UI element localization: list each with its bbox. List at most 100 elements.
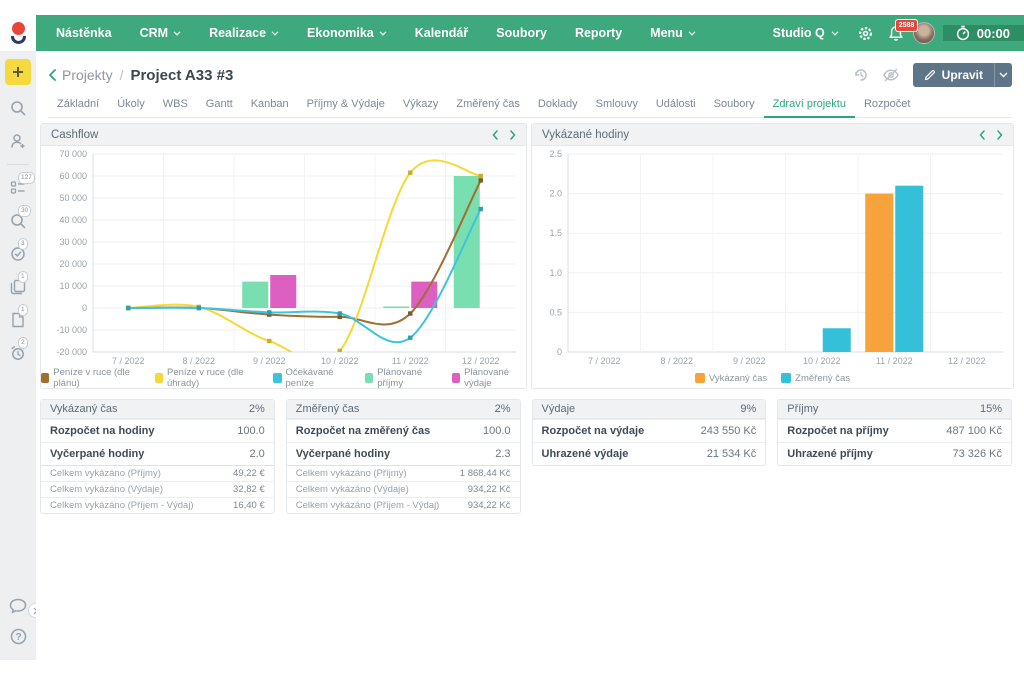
summary-card-title: Vykázaný čas <box>50 403 117 415</box>
back-button[interactable] <box>48 65 62 85</box>
summary-card-percent: 15% <box>980 403 1002 415</box>
summary-row-celkem-vykazano-vydaje: Celkem vykázáno (Výdaje)32,82 € <box>41 481 274 497</box>
edit-more-button[interactable] <box>994 63 1012 87</box>
summary-card-prijmy: Příjmy 15% Rozpočet na příjmy487 100 Kč Uhr… <box>777 399 1012 466</box>
reminders-button[interactable]: 2 <box>8 343 28 363</box>
tab-gantt[interactable]: Gantt <box>197 93 242 118</box>
help-button[interactable]: ? <box>8 626 28 646</box>
logo-smile-shape <box>11 36 26 44</box>
hide-button[interactable] <box>879 64 903 86</box>
nav-item-nastenka[interactable]: Nástěnka <box>42 15 126 51</box>
svg-text:9 / 2022: 9 / 2022 <box>733 356 766 366</box>
legend-label: Vykázaný čas <box>709 373 767 384</box>
summary-card-header: Změřený čas2% <box>287 400 520 419</box>
templates-button[interactable]: 1 <box>8 277 28 297</box>
nav-item-crm[interactable]: CRM <box>126 15 195 51</box>
chevron-down-icon <box>688 31 696 36</box>
app-logo[interactable] <box>0 15 36 51</box>
edit-button[interactable]: Upravit <box>913 63 994 87</box>
summary-card-title: Výdaje <box>542 403 576 415</box>
summary-card-title: Příjmy <box>787 403 818 415</box>
summary-card-percent: 2% <box>249 403 265 415</box>
prev-period-button[interactable] <box>979 130 985 140</box>
documents-button[interactable]: 1 <box>8 310 28 330</box>
summary-row-rozpocet-na-prijmy: Rozpočet na příjmy487 100 Kč <box>778 419 1011 442</box>
legend-swatch <box>41 373 49 383</box>
nav-item-realizace[interactable]: Realizace <box>195 15 293 51</box>
notifications-button[interactable]: 2588 <box>881 15 911 51</box>
tab-doklady[interactable]: Doklady <box>529 93 587 118</box>
svg-text:7 / 2022: 7 / 2022 <box>588 356 621 366</box>
tab-ukoly[interactable]: Úkoly <box>108 93 154 118</box>
time-tracker[interactable]: 00:00 <box>943 25 1024 41</box>
edit-button-label: Upravit <box>942 68 983 82</box>
tab-kanban[interactable]: Kanban <box>242 93 298 118</box>
next-period-button[interactable] <box>997 130 1003 140</box>
legend-label: Změřený čas <box>795 373 850 384</box>
tasks-button[interactable]: 127 <box>8 178 28 198</box>
summary-row-value: 73 326 Kč <box>952 448 1002 460</box>
next-period-button[interactable] <box>510 130 516 140</box>
chat-bubble-icon <box>8 597 28 615</box>
bar-planovane-prijmy-2 <box>242 282 268 308</box>
summary-card-vykazany-cas: Vykázaný čas2%Rozpočet na hodiny100.0Vyč… <box>40 399 275 514</box>
svg-text:10 / 2022: 10 / 2022 <box>803 356 841 366</box>
settings-button[interactable] <box>851 15 881 51</box>
chevron-right-icon <box>997 130 1003 140</box>
workspace-switcher[interactable]: Studio Q <box>761 26 851 40</box>
tab-wbs[interactable]: WBS <box>154 93 197 118</box>
chevron-right-icon <box>510 130 516 140</box>
tab-soubory[interactable]: Soubory <box>705 93 764 118</box>
add-contact-button[interactable] <box>8 131 28 151</box>
bar-planovane-prijmy-5 <box>454 176 480 308</box>
tab-vykazy[interactable]: Výkazy <box>394 93 447 118</box>
pencil-icon <box>924 69 936 81</box>
legend-item-penize-v-ruce-dle-uhrady: Peníze v ruce (dle úhrady) <box>155 367 260 389</box>
svg-text:-20 000: -20 000 <box>56 347 87 357</box>
summary-row-value: 243 550 Kč <box>701 425 757 437</box>
summary-row-label: Uhrazené příjmy <box>787 448 873 460</box>
chat-button[interactable] <box>8 596 28 616</box>
summary-row-value: 21 534 Kč <box>707 448 757 460</box>
summary-row-value: 934,22 Kč <box>468 500 511 511</box>
svg-text:0.5: 0.5 <box>549 307 562 317</box>
tab-zmereny-cas[interactable]: Změřený čas <box>447 93 529 118</box>
cashflow-chart-svg: -20 000-10 000010 00020 00030 00040 0005… <box>41 146 526 368</box>
svg-text:50 000: 50 000 <box>59 193 87 203</box>
tab-rozpocet[interactable]: Rozpočet <box>855 93 919 118</box>
eye-off-icon <box>882 67 900 83</box>
chevron-down-icon <box>831 31 839 36</box>
nav-item-kalendar[interactable]: Kalendář <box>401 15 483 51</box>
nav-item-reporty[interactable]: Reporty <box>561 15 636 51</box>
tab-smlouvy[interactable]: Smlouvy <box>587 93 647 118</box>
nav-item-label: Kalendář <box>415 26 469 40</box>
tab-udalosti[interactable]: Události <box>647 93 705 118</box>
watched-items-button[interactable]: 30 <box>8 211 28 231</box>
summary-row-label: Rozpočet na hodiny <box>50 425 155 437</box>
nav-item-soubory[interactable]: Soubory <box>482 15 561 51</box>
bar-zmereny-cas-3 <box>823 328 851 352</box>
tab-zdravi-projektu[interactable]: Zdraví projektu <box>764 93 855 118</box>
search-button[interactable] <box>8 98 28 118</box>
tracked-time-button[interactable]: 3 <box>8 244 28 264</box>
stopwatch-icon <box>955 25 971 41</box>
summary-cards-row: Vykázaný čas2%Rozpočet na hodiny100.0Vyč… <box>40 399 1012 514</box>
svg-text:2.5: 2.5 <box>549 149 562 159</box>
summary-row-value: 2.0 <box>249 448 264 460</box>
nav-item-menu[interactable]: Menu <box>636 15 710 51</box>
tab-prijmy-vydaje[interactable]: Příjmy & Výdaje <box>298 93 394 118</box>
summary-row-label: Celkem vykázáno (Příjem - Výdaj) <box>50 500 194 511</box>
add-button[interactable] <box>5 59 31 85</box>
prev-period-button[interactable] <box>492 130 498 140</box>
history-button[interactable] <box>849 64 873 86</box>
nav-item-label: Reporty <box>575 26 622 40</box>
svg-text:7 / 2022: 7 / 2022 <box>112 356 145 366</box>
breadcrumb-projects-link[interactable]: Projekty <box>62 67 113 83</box>
summary-row-celkem-vykazano-vydaje: Celkem vykázáno (Výdaje)934,22 Kč <box>287 481 520 497</box>
tab-zakladni[interactable]: Základní <box>48 93 108 118</box>
summary-card-title: Změřený čas <box>296 403 360 415</box>
charts-row: Cashflow -20 000-10 000010 00020 00030 0… <box>40 123 1014 389</box>
nav-item-ekonomika[interactable]: Ekonomika <box>293 15 401 51</box>
page-title: Project A33 #3 <box>130 67 233 84</box>
summary-card-header: Výdaje9% <box>533 400 766 419</box>
